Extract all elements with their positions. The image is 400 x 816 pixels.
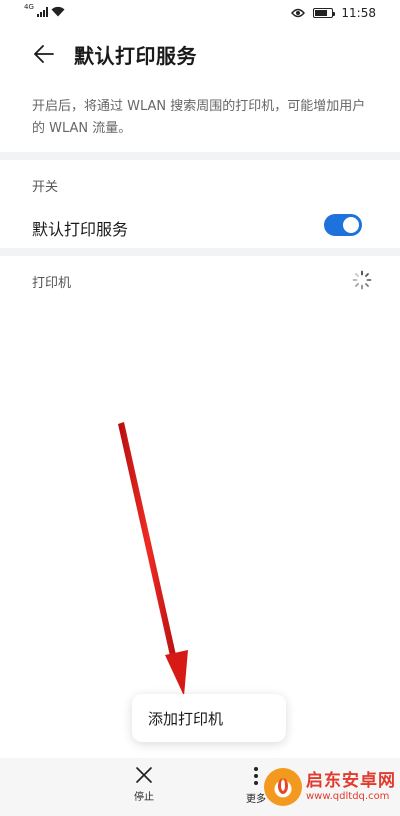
switch-section-title: 开关: [32, 180, 59, 195]
battery-icon: [313, 8, 336, 18]
status-right: 11:58: [291, 6, 376, 20]
app-bar: 默认打印服务: [0, 26, 400, 82]
add-printer-label: 添加打印机: [148, 709, 224, 728]
back-button[interactable]: [28, 38, 60, 70]
stop-label: 停止: [134, 792, 154, 803]
page-title: 默认打印服务: [74, 44, 197, 68]
close-icon: [136, 767, 152, 783]
status-time: 11:58: [341, 6, 376, 20]
stop-button[interactable]: 停止: [114, 766, 174, 803]
watermark-title: 启东安卓网: [306, 771, 396, 792]
watermark-logo-icon: [264, 768, 302, 806]
more-vert-icon: [254, 767, 258, 785]
network-type: 4G: [24, 3, 34, 11]
section-divider: [0, 248, 400, 256]
add-printer-menu-item[interactable]: 添加打印机: [132, 694, 286, 742]
more-label: 更多: [246, 794, 266, 805]
back-arrow-icon: [34, 45, 54, 63]
eye-icon: [291, 8, 306, 18]
status-left: 4G: [24, 3, 65, 17]
default-print-service-label: 默认打印服务: [32, 220, 129, 239]
wifi-icon: [51, 6, 65, 17]
watermark-url: www.qdltdq.com: [306, 790, 390, 802]
section-divider: [0, 152, 400, 160]
default-print-service-toggle[interactable]: [324, 214, 362, 236]
loading-spinner-icon: [352, 270, 372, 290]
service-description: 开启后，将通过 WLAN 搜索周围的打印机，可能增加用户的 WLAN 流量。: [32, 99, 366, 136]
signal-icon: [36, 7, 48, 17]
battery-fill: [315, 10, 328, 16]
watermark-text: 启东安卓网 www.qdltdq.com: [306, 772, 396, 802]
status-bar: 4G 11:58: [0, 0, 400, 26]
toggle-knob: [343, 217, 359, 233]
printers-section-title: 打印机: [32, 276, 72, 291]
watermark: 启东安卓网 www.qdltdq.com: [264, 768, 396, 806]
